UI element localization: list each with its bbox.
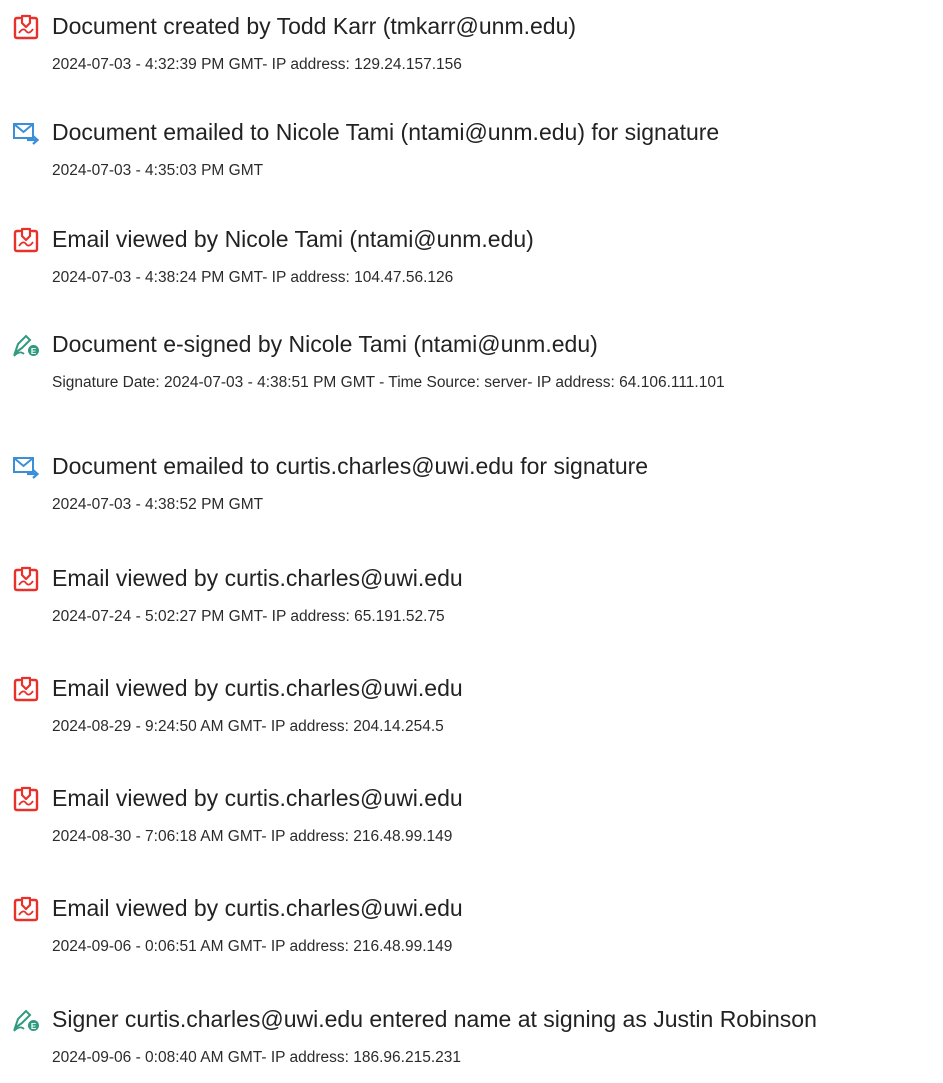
event-title: Email viewed by curtis.charles@uwi.edu (52, 565, 463, 591)
audit-event: E Document e-signed by Nicole Tami (ntam… (0, 328, 943, 408)
audit-event: E Signer curtis.charles@uwi.edu entered … (0, 1003, 943, 1083)
event-detail: 2024-08-30 - 7:06:18 AM GMT- IP address:… (52, 828, 453, 845)
audit-event: Email viewed by curtis.charles@uwi.edu 2… (0, 562, 943, 642)
svg-text:E: E (31, 347, 37, 356)
document-viewed-icon (12, 227, 40, 253)
event-title: Document created by Todd Karr (tmkarr@un… (52, 13, 577, 39)
email-sent-icon (12, 120, 40, 146)
audit-event: Email viewed by curtis.charles@uwi.edu 2… (0, 782, 943, 862)
event-detail: 2024-07-03 - 4:38:24 PM GMT- IP address:… (52, 269, 454, 286)
document-viewed-icon (12, 786, 40, 812)
email-sent-icon (12, 454, 40, 480)
event-title: Document emailed to curtis.charles@uwi.e… (52, 453, 649, 479)
event-detail: 2024-07-03 - 4:35:03 PM GMT (52, 162, 264, 179)
document-viewed-icon (12, 896, 40, 922)
audit-trail-list: Document created by Todd Karr (tmkarr@un… (0, 0, 943, 1070)
event-title: Email viewed by Nicole Tami (ntami@unm.e… (52, 226, 534, 252)
event-title: Document emailed to Nicole Tami (ntami@u… (52, 119, 720, 145)
document-created-icon (12, 14, 40, 40)
event-title: Email viewed by curtis.charles@uwi.edu (52, 675, 463, 701)
audit-event: Document emailed to curtis.charles@uwi.e… (0, 450, 943, 530)
event-detail: Signature Date: 2024-07-03 - 4:38:51 PM … (52, 374, 725, 391)
e-sign-icon: E (12, 332, 40, 358)
document-viewed-icon (12, 566, 40, 592)
event-title: Email viewed by curtis.charles@uwi.edu (52, 785, 463, 811)
svg-text:E: E (31, 1022, 37, 1031)
audit-event: Email viewed by curtis.charles@uwi.edu 2… (0, 672, 943, 752)
event-detail: 2024-07-03 - 4:38:52 PM GMT (52, 496, 264, 513)
audit-event: Document emailed to Nicole Tami (ntami@u… (0, 116, 943, 196)
document-viewed-icon (12, 676, 40, 702)
event-title: Document e-signed by Nicole Tami (ntami@… (52, 331, 598, 357)
e-sign-icon: E (12, 1007, 40, 1033)
event-detail: 2024-09-06 - 0:08:40 AM GMT- IP address:… (52, 1049, 462, 1066)
event-detail: 2024-09-06 - 0:06:51 AM GMT- IP address:… (52, 938, 453, 955)
event-title: Signer curtis.charles@uwi.edu entered na… (52, 1006, 817, 1032)
audit-event: Email viewed by Nicole Tami (ntami@unm.e… (0, 223, 943, 303)
event-detail: 2024-07-24 - 5:02:27 PM GMT- IP address:… (52, 608, 445, 625)
event-title: Email viewed by curtis.charles@uwi.edu (52, 895, 463, 921)
event-detail: 2024-08-29 - 9:24:50 AM GMT- IP address:… (52, 718, 444, 735)
audit-event: Document created by Todd Karr (tmkarr@un… (0, 10, 943, 90)
audit-event: Email viewed by curtis.charles@uwi.edu 2… (0, 892, 943, 972)
event-detail: 2024-07-03 - 4:32:39 PM GMT- IP address:… (52, 56, 462, 73)
